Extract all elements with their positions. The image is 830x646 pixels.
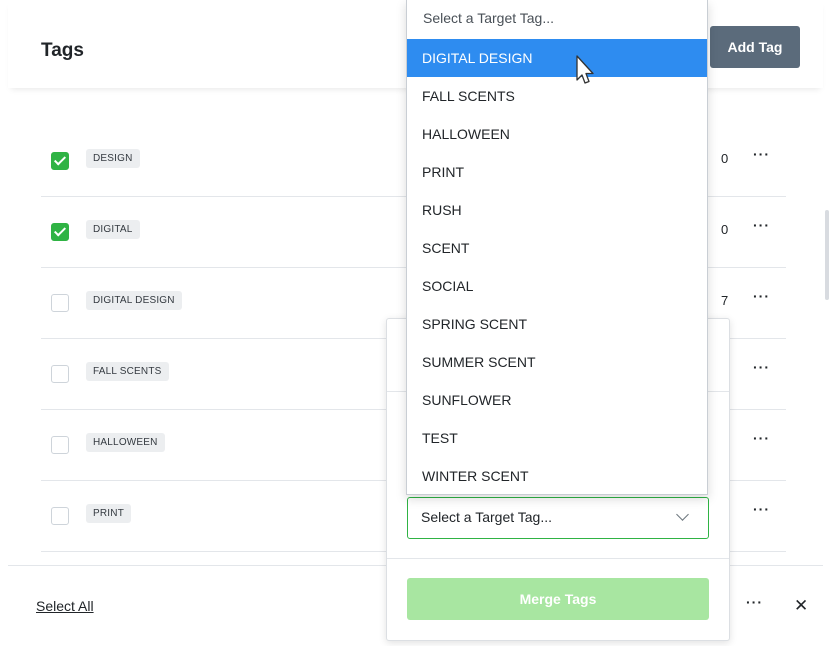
target-tag-select-value: Select a Target Tag... — [421, 509, 553, 525]
target-tag-select[interactable]: Select a Target Tag... — [407, 497, 709, 539]
more-icon[interactable]: ··· — [753, 501, 770, 517]
dropdown-option[interactable]: DIGITAL DESIGN — [407, 39, 707, 77]
dropdown-option[interactable]: PRINT — [407, 153, 707, 191]
page-title: Tags — [41, 40, 84, 61]
tag-count: 7 — [721, 293, 729, 308]
merge-tags-button[interactable]: Merge Tags — [407, 578, 709, 620]
row-checkbox[interactable] — [51, 507, 69, 525]
chevron-down-icon — [676, 508, 689, 521]
row-checkbox[interactable] — [51, 436, 69, 454]
more-icon[interactable]: ··· — [753, 359, 770, 375]
tag-chip: DIGITAL — [86, 220, 140, 239]
tag-chip: HALLOWEEN — [86, 433, 165, 452]
scrollbar[interactable] — [825, 210, 829, 300]
divider — [387, 558, 729, 559]
more-icon[interactable]: ··· — [753, 430, 770, 446]
dropdown-option[interactable]: FALL SCENTS — [407, 77, 707, 115]
mouse-cursor-icon — [576, 55, 594, 84]
dropdown-option[interactable]: SCENT — [407, 229, 707, 267]
select-all-link[interactable]: Select All — [36, 598, 94, 614]
dropdown-option[interactable]: SUNFLOWER — [407, 381, 707, 419]
more-icon[interactable]: ··· — [753, 146, 770, 162]
tag-count: 0 — [721, 222, 729, 237]
tag-chip: DESIGN — [86, 149, 140, 168]
tag-count: 0 — [721, 151, 729, 166]
tag-chip: PRINT — [86, 504, 131, 523]
dropdown-option[interactable]: SPRING SCENT — [407, 305, 707, 343]
dropdown-option[interactable]: SOCIAL — [407, 267, 707, 305]
row-checkbox[interactable] — [51, 294, 69, 312]
target-tag-dropdown-menu: Select a Target Tag... DIGITAL DESIGN FA… — [406, 0, 708, 495]
add-tag-button[interactable]: Add Tag — [710, 26, 800, 68]
dropdown-option[interactable]: HALLOWEEN — [407, 115, 707, 153]
dropdown-option[interactable]: WINTER SCENT — [407, 457, 707, 495]
tag-chip: DIGITAL DESIGN — [86, 291, 182, 310]
dropdown-option[interactable]: SUMMER SCENT — [407, 343, 707, 381]
dropdown-option[interactable]: RUSH — [407, 191, 707, 229]
more-icon[interactable]: ··· — [753, 288, 770, 304]
dropdown-option[interactable]: TEST — [407, 419, 707, 457]
row-checkbox[interactable] — [51, 365, 69, 383]
tag-chip: FALL SCENTS — [86, 362, 169, 381]
more-icon[interactable]: ··· — [753, 217, 770, 233]
dropdown-placeholder: Select a Target Tag... — [423, 10, 555, 26]
more-icon[interactable]: ··· — [746, 594, 763, 610]
row-checkbox[interactable] — [51, 152, 69, 170]
close-icon[interactable]: ✕ — [794, 596, 808, 616]
row-checkbox[interactable] — [51, 223, 69, 241]
